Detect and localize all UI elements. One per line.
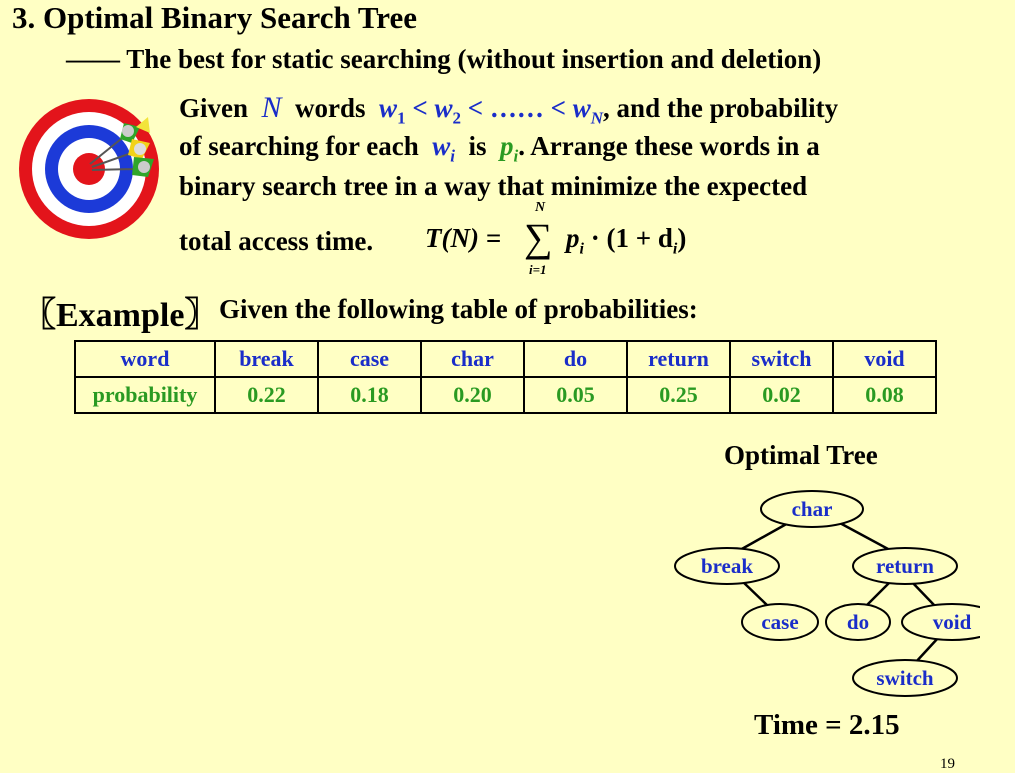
table-header-row: word break case char do return switch vo…	[74, 340, 937, 378]
table-cell: 0.18	[317, 376, 422, 414]
table-header-cell: return	[626, 340, 731, 378]
intro-line-2: of searching for each wi is pi. Arrange …	[179, 131, 820, 166]
table-header-cell: break	[214, 340, 319, 378]
intro-line-1: Given N words w1 < w2 < …… < wN, and the…	[179, 91, 838, 128]
tree-node-label: char	[792, 497, 833, 521]
table-row: probability 0.22 0.18 0.20 0.05 0.25 0.0…	[74, 376, 937, 414]
symbol-wi: wi	[432, 131, 455, 166]
tree-edge	[837, 520, 891, 552]
example-label: 〖Example〗	[22, 297, 219, 334]
slide-subtitle: —— The best for static searching (withou…	[66, 44, 822, 74]
text-total-access: total access time.	[179, 226, 374, 256]
table-cell: 0.05	[523, 376, 628, 414]
text-probability: , and the probability	[603, 93, 839, 123]
tree-node-label: do	[847, 610, 869, 634]
page-number: 19	[940, 756, 955, 772]
tree-node-label: case	[761, 610, 798, 634]
formula-rhs: pi · (1 + di)	[566, 223, 687, 258]
tree-edge	[914, 637, 939, 664]
tree-node-label: void	[933, 610, 972, 634]
table-header-cell: do	[523, 340, 628, 378]
optimal-tree-title: Optimal Tree	[724, 440, 878, 470]
text-searching: of searching for each	[179, 131, 419, 161]
tree-node-label: switch	[876, 666, 933, 690]
example-description: Given the following table of probabiliti…	[219, 294, 698, 324]
formula-lhs: T(N) =	[425, 223, 502, 253]
tree-edge	[865, 581, 891, 607]
time-result: Time = 2.15	[754, 709, 900, 741]
symbol-wn: wN	[572, 93, 604, 128]
table-header-cell: switch	[729, 340, 834, 378]
tree-node-label: return	[876, 554, 934, 578]
symbol-w1: w1	[379, 93, 406, 128]
table-header-cell: char	[420, 340, 525, 378]
symbol-ellipsis: < …… <	[467, 93, 566, 123]
optimal-tree-diagram: char break return case do void switch	[674, 490, 980, 697]
table-header-cell: case	[317, 340, 422, 378]
symbol-w2: w2	[434, 93, 461, 128]
symbol-less-than: <	[412, 93, 428, 123]
intro-line-4: total access time.	[179, 226, 373, 257]
text-given: Given	[179, 93, 249, 123]
slide-title: 3. Optimal Binary Search Tree	[12, 0, 417, 35]
symbol-n: N	[261, 91, 282, 124]
dartboard-icon	[19, 99, 159, 239]
table-cell: 0.22	[214, 376, 319, 414]
table-cell: 0.02	[729, 376, 834, 414]
sum-symbol: ∑	[524, 215, 553, 260]
table-cell: 0.08	[832, 376, 937, 414]
symbol-pi: pi	[499, 131, 519, 166]
tree-node-label: break	[701, 554, 753, 578]
table-header-cell: void	[832, 340, 937, 378]
tree-edge	[739, 520, 791, 552]
tree-edge	[741, 580, 769, 607]
text-is: is	[468, 131, 487, 161]
table-cell: 0.25	[626, 376, 731, 414]
text-arrange: . Arrange these words in a	[518, 131, 820, 161]
sum-lower-limit: i=1	[529, 262, 547, 277]
table-row-label: probability	[74, 376, 216, 414]
table-header-cell: word	[74, 340, 216, 378]
text-words: words	[295, 93, 366, 123]
table-cell: 0.20	[420, 376, 525, 414]
intro-line-3: binary search tree in a way that minimiz…	[179, 171, 808, 201]
probability-table: word break case char do return switch vo…	[74, 340, 937, 414]
